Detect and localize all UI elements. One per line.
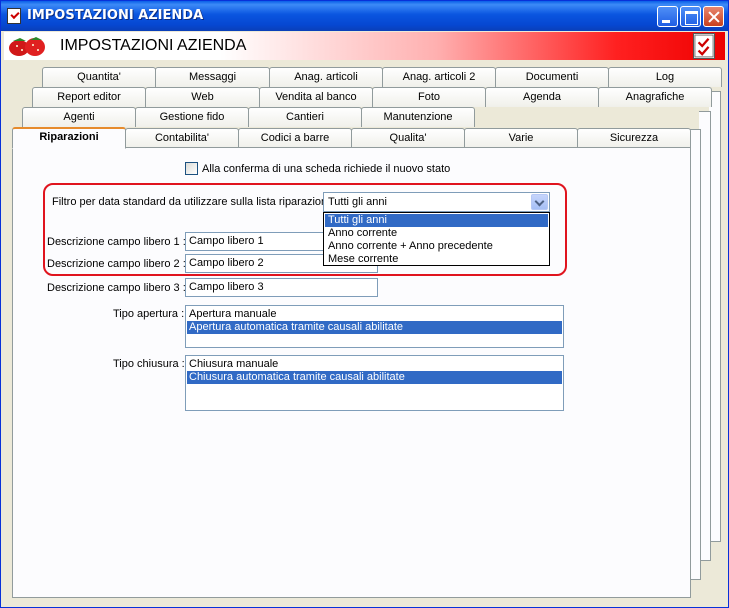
- apertura-label: Tipo apertura :: [113, 308, 185, 320]
- minimize-button[interactable]: [657, 6, 678, 27]
- strawberry-icon: [9, 37, 45, 56]
- filter-option[interactable]: Anno corrente: [325, 227, 548, 240]
- banner-title: IMPOSTAZIONI AZIENDA: [60, 37, 247, 54]
- campo2-label: Descrizione campo libero 2 :: [47, 258, 186, 270]
- tab-agenti[interactable]: Agenti: [22, 107, 136, 127]
- tab-quantita[interactable]: Quantita': [42, 67, 156, 87]
- chiusura-listbox[interactable]: Chiusura manuale Chiusura automatica tra…: [185, 355, 564, 411]
- filter-dropdown-list: Tutti gli anni Anno corrente Anno corren…: [323, 212, 550, 266]
- campo3-label: Descrizione campo libero 3 :: [47, 282, 186, 294]
- title-bar[interactable]: IMPOSTAZIONI AZIENDA: [1, 1, 728, 31]
- tab-codici-a-barre[interactable]: Codici a barre: [238, 128, 352, 148]
- campo1-label: Descrizione campo libero 1 :: [47, 236, 186, 248]
- filter-select[interactable]: Tutti gli anni: [323, 192, 550, 212]
- tab-anag-articoli-2[interactable]: Anag. articoli 2: [382, 67, 496, 87]
- filter-option[interactable]: Anno corrente + Anno precedente: [325, 240, 548, 253]
- tab-manutenzione[interactable]: Manutenzione: [361, 107, 475, 127]
- tab-anagrafiche[interactable]: Anagrafiche: [598, 87, 712, 107]
- tab-documenti[interactable]: Documenti: [495, 67, 609, 87]
- tab-qualita[interactable]: Qualita': [351, 128, 465, 148]
- tab-varie[interactable]: Varie: [464, 128, 578, 148]
- tab-web[interactable]: Web: [145, 87, 260, 107]
- tab-agenda[interactable]: Agenda: [485, 87, 599, 107]
- confirm-status-label: Alla conferma di una scheda richiede il …: [202, 163, 451, 175]
- chevron-down-icon[interactable]: [531, 194, 548, 210]
- filter-label: Filtro per data standard da utilizzare s…: [52, 196, 336, 208]
- close-button[interactable]: [703, 6, 724, 27]
- app-icon: [7, 8, 21, 24]
- tab-sicurezza[interactable]: Sicurezza: [577, 128, 691, 148]
- campo3-input[interactable]: Campo libero 3: [185, 278, 378, 297]
- list-item[interactable]: Chiusura automatica tramite causali abil…: [187, 371, 562, 384]
- confirm-status-checkbox[interactable]: [185, 162, 198, 175]
- settings-window: IMPOSTAZIONI AZIENDA IMPOSTAZIONI AZIEND…: [0, 0, 729, 608]
- tab-log[interactable]: Log: [608, 67, 722, 87]
- list-item[interactable]: Apertura automatica tramite causali abil…: [187, 321, 562, 334]
- tab-messaggi[interactable]: Messaggi: [155, 67, 270, 87]
- maximize-button[interactable]: [680, 6, 701, 27]
- tab-foto[interactable]: Foto: [372, 87, 486, 107]
- tab-cantieri[interactable]: Cantieri: [248, 107, 362, 127]
- filter-option[interactable]: Tutti gli anni: [325, 214, 548, 227]
- filter-selected-value: Tutti gli anni: [328, 196, 387, 208]
- tab-riparazioni[interactable]: Riparazioni: [12, 127, 126, 149]
- tab-contabilita[interactable]: Contabilita': [125, 128, 239, 148]
- filter-option[interactable]: Mese corrente: [325, 253, 548, 266]
- apertura-listbox[interactable]: Apertura manuale Apertura automatica tra…: [185, 305, 564, 348]
- tab-gestione-fido[interactable]: Gestione fido: [135, 107, 249, 127]
- tab-anag-articoli[interactable]: Anag. articoli: [269, 67, 383, 87]
- checklist-icon[interactable]: [693, 33, 715, 59]
- tab-vendita-al-banco[interactable]: Vendita al banco: [259, 87, 373, 107]
- window-title: IMPOSTAZIONI AZIENDA: [27, 8, 204, 23]
- header-banner: IMPOSTAZIONI AZIENDA: [4, 32, 725, 60]
- list-item[interactable]: Apertura manuale: [187, 308, 562, 321]
- tab-report-editor[interactable]: Report editor: [32, 87, 146, 107]
- list-item[interactable]: Chiusura manuale: [187, 358, 562, 371]
- chiusura-label: Tipo chiusura :: [113, 358, 185, 370]
